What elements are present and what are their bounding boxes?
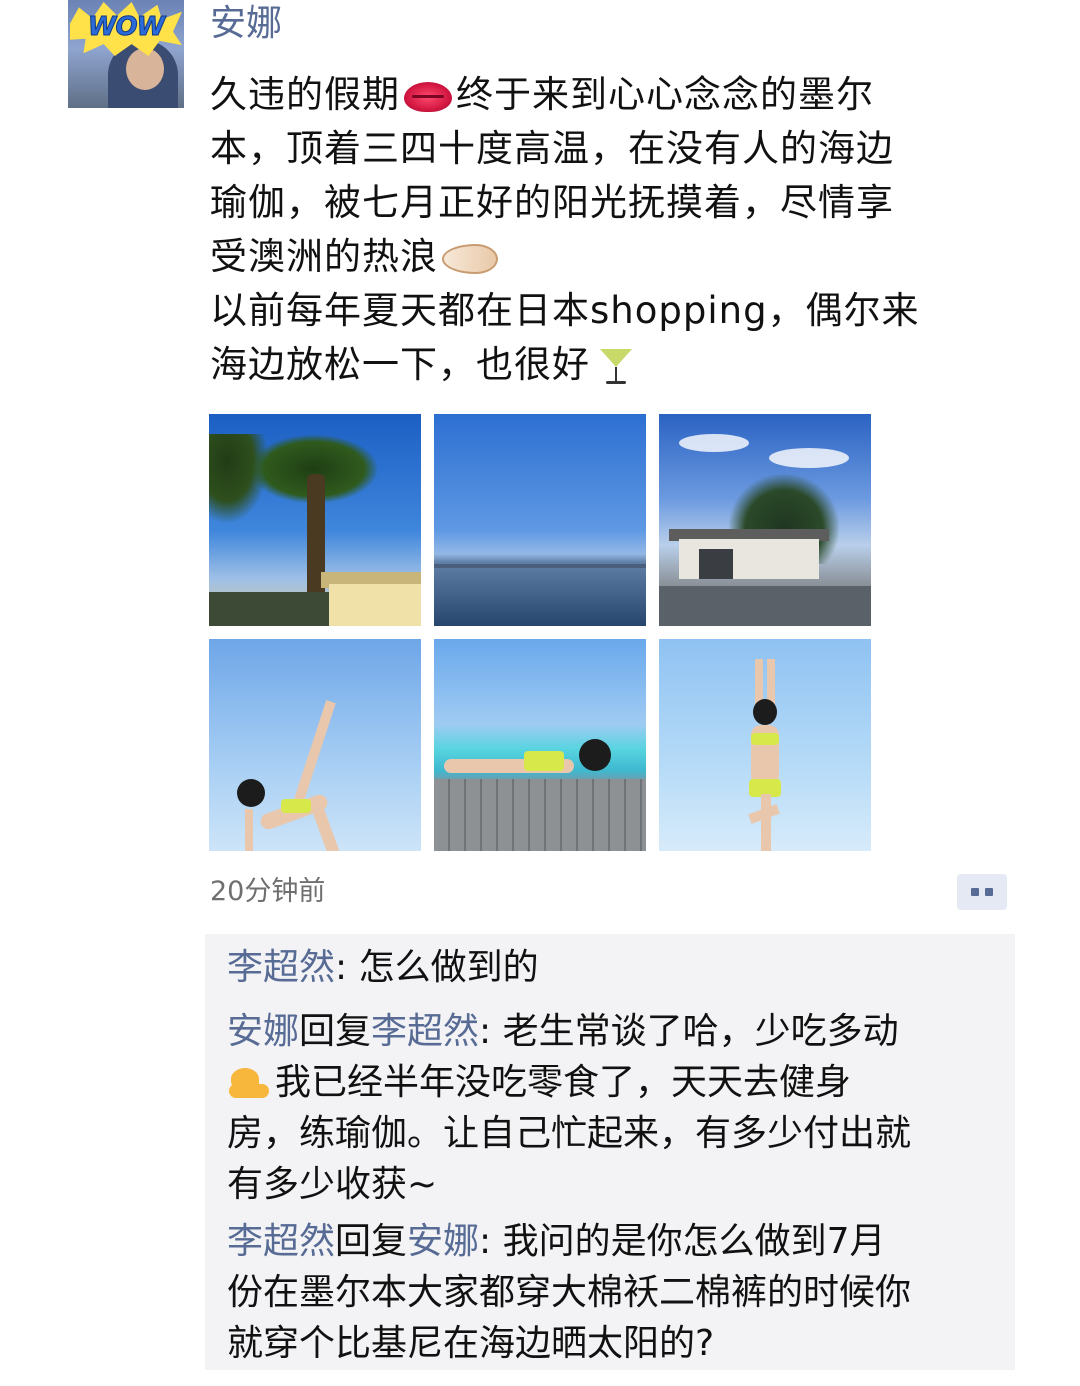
comment-separator: : — [479, 1011, 503, 1052]
comment-menu-button[interactable] — [957, 874, 1007, 910]
reply-target[interactable]: 李超然 — [371, 1011, 479, 1052]
photo-yoga-pose-1[interactable] — [209, 639, 421, 851]
comment-item: 李超然回复安娜: 我问的是你怎么做到7月 份在墨尔本大家都穿大棉袄二棉裤的时候你… — [227, 1216, 1017, 1369]
comment-text: 老生常谈了哈，少吃多动 — [502, 1011, 899, 1052]
photo-yoga-pose-2[interactable] — [434, 639, 646, 851]
post-line: 受澳洲的热浪 — [210, 230, 1010, 284]
post-text-segment: 终于来到心心念念的墨尔 — [456, 73, 874, 116]
lips-emoji-icon — [404, 81, 452, 112]
reply-word: 回复 — [299, 1011, 372, 1052]
post-text: 久违的假期 终于来到心心念念的墨尔 本，顶着三四十度高温，在没有人的海边 瑜伽，被… — [210, 68, 1010, 392]
photo-sea-horizon[interactable] — [434, 414, 646, 626]
comment-text: 我问的是你怎么做到7月 — [502, 1221, 886, 1262]
moments-post: WOW 安娜 久违的假期 终于来到心心念念的墨尔 本，顶着三四十度高温，在没有人的… — [0, 0, 1080, 1386]
comment-separator: : — [335, 947, 359, 988]
comment-section: 李超然: 怎么做到的 安娜回复李超然: 老生常谈了哈，少吃多动 我已经半年没吃零… — [205, 934, 1015, 1370]
post-text-segment: 久违的假期 — [210, 73, 400, 116]
dot-icon — [985, 888, 993, 896]
avatar[interactable]: WOW — [68, 0, 184, 108]
photo-house-trees[interactable] — [659, 414, 871, 626]
photo-yoga-pose-3[interactable] — [659, 639, 871, 851]
photo-palm-trees[interactable] — [209, 414, 421, 626]
poster-name[interactable]: 安娜 — [210, 0, 282, 48]
comment-line: 李超然回复安娜: 我问的是你怎么做到7月 — [227, 1216, 1017, 1267]
reply-word: 回复 — [335, 1221, 408, 1262]
post-line: 瑜伽，被七月正好的阳光抚摸着，尽情享 — [210, 181, 894, 224]
post-line: 以前每年夏天都在日本shopping，偶尔来 — [210, 289, 920, 332]
comment-item: 李超然: 怎么做到的 — [227, 942, 1017, 993]
post-line: 海边放松一下，也很好 — [210, 338, 1010, 392]
sandal-emoji-icon — [442, 243, 498, 274]
post-text-segment: 受澳洲的热浪 — [210, 235, 438, 278]
comment-line: 李超然: 怎么做到的 — [227, 942, 1017, 993]
post-line: 久违的假期 终于来到心心念念的墨尔 — [210, 68, 1010, 122]
comment-separator: : — [479, 1221, 503, 1262]
comment-line: 有多少收获~ — [227, 1164, 438, 1205]
post-timestamp: 20分钟前 — [210, 876, 326, 907]
post-text-segment: 海边放松一下，也很好 — [210, 343, 590, 386]
reply-target[interactable]: 安娜 — [407, 1221, 479, 1262]
post-line: 本，顶着三四十度高温，在没有人的海边 — [210, 127, 894, 170]
comment-line: 房，练瑜伽。让自己忙起来，有多少付出就 — [227, 1113, 912, 1154]
comment-author[interactable]: 安娜 — [227, 1011, 299, 1052]
cocktail-emoji-icon — [598, 347, 634, 387]
comment-text: 我已经半年没吃零食了，天天去健身 — [275, 1062, 852, 1103]
comment-line: 安娜回复李超然: 老生常谈了哈，少吃多动 — [227, 1006, 1017, 1057]
avatar-badge-text: WOW — [87, 12, 165, 43]
photo-grid — [209, 414, 871, 852]
comment-text: 怎么做到的 — [358, 947, 539, 988]
comment-line: 份在墨尔本大家都穿大棉袄二棉裤的时候你 — [227, 1272, 912, 1313]
comment-author[interactable]: 李超然 — [227, 1221, 335, 1262]
dot-icon — [971, 888, 979, 896]
avatar-face — [126, 48, 164, 90]
comment-line: 我已经半年没吃零食了，天天去健身 — [227, 1057, 1017, 1108]
comment-item: 安娜回复李超然: 老生常谈了哈，少吃多动 我已经半年没吃零食了，天天去健身 房，… — [227, 1006, 1017, 1210]
comment-line: 就穿个比基尼在海边晒太阳的? — [227, 1323, 715, 1364]
comment-author[interactable]: 李超然 — [227, 947, 335, 988]
flexed-biceps-emoji-icon — [227, 1064, 271, 1104]
